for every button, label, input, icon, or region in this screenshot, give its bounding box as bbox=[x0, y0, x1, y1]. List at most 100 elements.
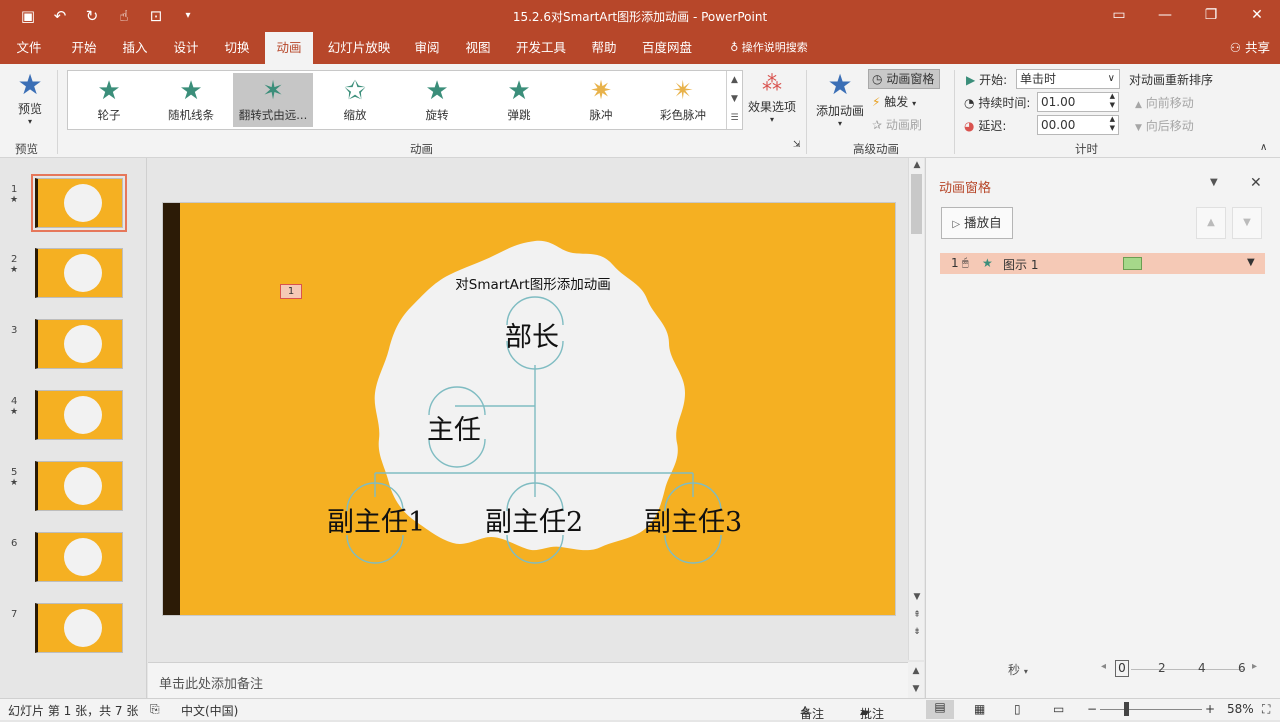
zoom-slider[interactable] bbox=[1100, 709, 1202, 710]
tab-insert[interactable]: 插入 bbox=[111, 32, 159, 64]
timeline-right-icon[interactable]: ▸ bbox=[1252, 661, 1257, 672]
play-from-button[interactable]: ▷ 播放自 bbox=[941, 207, 1013, 239]
move-up-button[interactable]: ▲ bbox=[1196, 207, 1226, 239]
slide-thumb-7[interactable] bbox=[35, 603, 123, 653]
add-animation-star-icon: ★ bbox=[827, 68, 853, 101]
ribbon-display-icon[interactable]: ▭ bbox=[1096, 0, 1142, 32]
scroll-thumb[interactable] bbox=[911, 174, 922, 234]
item-dropdown-icon[interactable]: ▼ bbox=[1247, 257, 1255, 268]
prev-slide-icon[interactable]: ⇞ bbox=[909, 610, 925, 620]
play-from-label: 播放自 bbox=[964, 215, 1002, 230]
timeline-left-icon[interactable]: ◂ bbox=[1101, 661, 1106, 672]
close-icon[interactable]: ✕ bbox=[1234, 0, 1280, 32]
zoom-in-icon[interactable]: + bbox=[1205, 702, 1215, 716]
minimize-icon[interactable]: — bbox=[1142, 0, 1188, 32]
zoom-level[interactable]: 58% bbox=[1227, 702, 1254, 716]
fit-slide-icon[interactable]: ⛶ bbox=[1262, 702, 1270, 717]
tell-me-search[interactable]: ♁ 操作说明搜索 bbox=[714, 32, 824, 64]
anim-swivel[interactable]: ★ 旋转 bbox=[397, 73, 477, 127]
effect-star-icon: ★ bbox=[982, 256, 993, 270]
node-deputy-2[interactable]: 副主任2 bbox=[485, 500, 583, 539]
current-slide[interactable]: 1 对SmartArt图形添加动画 部长 主任 副主任1 副主任2 副主任3 bbox=[162, 202, 896, 616]
reading-view-icon[interactable]: ▯ bbox=[1014, 702, 1021, 716]
zoom-slider-thumb[interactable] bbox=[1124, 702, 1129, 716]
gallery-down-icon[interactable]: ▼ bbox=[727, 90, 742, 109]
scroll-down-icon[interactable]: ▼ bbox=[908, 680, 924, 698]
smartart-title[interactable]: 对SmartArt图形添加动画 bbox=[433, 273, 633, 293]
node-director[interactable]: 主任 bbox=[427, 408, 481, 447]
move-earlier-button[interactable]: ▲ 向前移动 bbox=[1135, 94, 1194, 111]
notes-pane[interactable]: 单击此处添加备注 bbox=[148, 662, 908, 698]
preview-button[interactable]: ★ 预览 ▾ bbox=[15, 70, 45, 127]
slide-thumb-3[interactable] bbox=[35, 319, 123, 369]
notes-placeholder[interactable]: 单击此处添加备注 bbox=[159, 673, 263, 692]
slide-thumb-2[interactable] bbox=[35, 248, 123, 298]
animation-pane-button[interactable]: ◷ 动画窗格 bbox=[868, 69, 940, 89]
zoom-star-icon: ✩ bbox=[344, 76, 366, 106]
smartart-graphic[interactable] bbox=[163, 203, 896, 616]
close-icon[interactable]: ✕ bbox=[1250, 175, 1262, 191]
tab-developer[interactable]: 开发工具 bbox=[508, 32, 574, 64]
tab-transitions[interactable]: 切换 bbox=[213, 32, 261, 64]
slide-thumb-5[interactable] bbox=[35, 461, 123, 511]
node-minister[interactable]: 部长 bbox=[505, 315, 559, 354]
anim-pulse[interactable]: ✷ 脉冲 bbox=[561, 73, 641, 127]
restore-icon[interactable]: ❐ bbox=[1188, 0, 1234, 32]
tab-file[interactable]: 文件 bbox=[5, 32, 53, 64]
slide-thumb-6[interactable] bbox=[35, 532, 123, 582]
animation-painter-button[interactable]: ✰ 动画刷 bbox=[872, 116, 922, 133]
collapse-ribbon-icon[interactable]: ∧ bbox=[1260, 142, 1267, 153]
stepper-arrows-icon[interactable]: ▲ ▼ bbox=[1110, 92, 1115, 110]
notes-scrollbar[interactable]: ▲ ▼ bbox=[908, 662, 924, 698]
animation-order-tag[interactable]: 1 bbox=[280, 284, 302, 299]
timeline-unit[interactable]: 秒 ▾ bbox=[1008, 661, 1028, 678]
tab-slideshow[interactable]: 幻灯片放映 bbox=[320, 32, 398, 64]
dialog-launcher-icon[interactable]: ⇲ bbox=[793, 140, 801, 150]
anim-random-bars[interactable]: ★ 随机线条 bbox=[151, 73, 231, 127]
spellcheck-icon[interactable]: ⎘ bbox=[150, 702, 160, 717]
scroll-up-icon[interactable]: ▲ bbox=[909, 160, 925, 170]
start-dropdown[interactable]: 单击时 ∨ bbox=[1016, 69, 1120, 89]
anim-wheel[interactable]: ★ 轮子 bbox=[69, 73, 149, 127]
slide-thumb-1[interactable] bbox=[31, 174, 127, 232]
tab-animations[interactable]: 动画 bbox=[265, 32, 313, 64]
anim-flip[interactable]: ✶ 翻转式由远... bbox=[233, 73, 313, 127]
tab-help[interactable]: 帮助 bbox=[580, 32, 628, 64]
tab-baidu[interactable]: 百度网盘 bbox=[634, 32, 700, 64]
anim-bounce[interactable]: ★ 弹跳 bbox=[479, 73, 559, 127]
normal-view-icon[interactable]: ▤ bbox=[926, 700, 954, 719]
node-deputy-3[interactable]: 副主任3 bbox=[644, 500, 742, 539]
stepper-arrows-icon[interactable]: ▲ ▼ bbox=[1110, 115, 1115, 133]
duration-stepper[interactable]: 01.00 ▲ ▼ bbox=[1037, 92, 1119, 112]
trigger-button[interactable]: ⚡ 触发 ▾ bbox=[872, 93, 916, 110]
delay-stepper[interactable]: 00.00 ▲ ▼ bbox=[1037, 115, 1119, 135]
animation-item[interactable]: 1 🖱 ★ 图示 1 ▼ bbox=[940, 253, 1265, 274]
anim-color-pulse[interactable]: ✴ 彩色脉冲 bbox=[643, 73, 723, 127]
next-slide-icon[interactable]: ⇟ bbox=[909, 627, 925, 637]
tab-review[interactable]: 审阅 bbox=[403, 32, 451, 64]
anim-marker-icon: ★ bbox=[10, 478, 19, 488]
scroll-up-icon[interactable]: ▲ bbox=[908, 662, 924, 680]
window-controls: ▭ — ❐ ✕ bbox=[1096, 0, 1280, 32]
editor-scrollbar[interactable]: ▲ ▼ ⇞ ⇟ bbox=[908, 158, 924, 660]
language-indicator[interactable]: 中文(中国) bbox=[181, 702, 238, 719]
tab-design[interactable]: 设计 bbox=[162, 32, 210, 64]
slideshow-icon[interactable]: ▭ bbox=[1053, 702, 1064, 716]
tab-view[interactable]: 视图 bbox=[454, 32, 502, 64]
slide-sorter-icon[interactable]: ▦ bbox=[974, 702, 985, 716]
pane-options-icon[interactable]: ▼ bbox=[1210, 177, 1218, 188]
zoom-out-icon[interactable]: − bbox=[1087, 702, 1097, 716]
move-down-button[interactable]: ▼ bbox=[1232, 207, 1262, 239]
node-deputy-1[interactable]: 副主任1 bbox=[327, 500, 425, 539]
effect-options-button[interactable]: ⁂ 效果选项 ▾ bbox=[746, 68, 798, 124]
slide-thumb-4[interactable] bbox=[35, 390, 123, 440]
anim-label: 翻转式由远... bbox=[238, 108, 308, 122]
gallery-up-icon[interactable]: ▲ bbox=[727, 71, 742, 90]
add-animation-button[interactable]: ★ 添加动画 ▾ bbox=[814, 68, 866, 128]
scroll-down-icon[interactable]: ▼ bbox=[909, 592, 925, 602]
tab-home[interactable]: 开始 bbox=[60, 32, 108, 64]
anim-zoom[interactable]: ✩ 缩放 bbox=[315, 73, 395, 127]
share-button[interactable]: ⚇ 共享 bbox=[1230, 32, 1270, 64]
move-later-button[interactable]: ▼ 向后移动 bbox=[1135, 117, 1194, 134]
gallery-more-icon[interactable]: ☰ bbox=[727, 109, 742, 128]
